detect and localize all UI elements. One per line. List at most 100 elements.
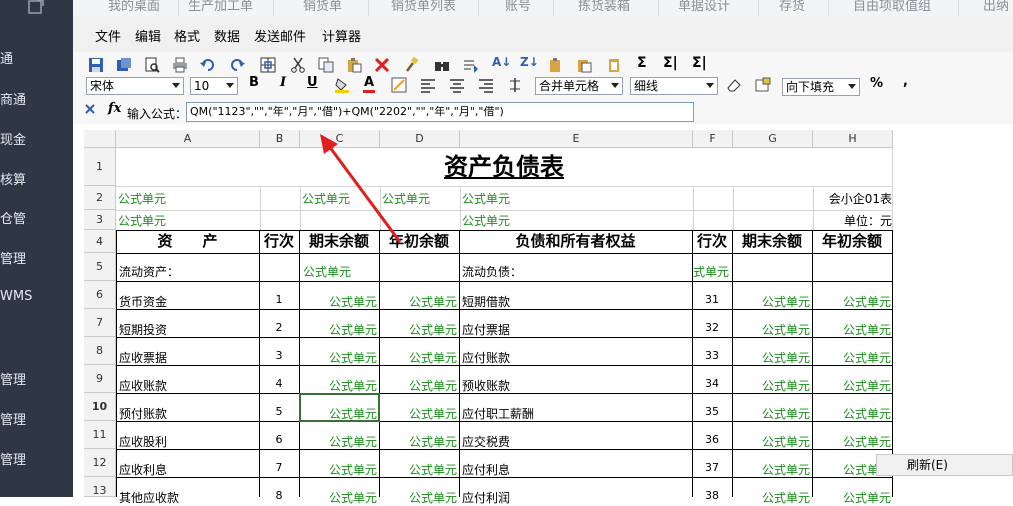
row-header[interactable]: 12 (84, 449, 116, 477)
formula-cell[interactable]: 公式单元 (812, 489, 891, 506)
formula-cell[interactable]: 公式单元 (732, 321, 810, 338)
tab[interactable]: 存货 (779, 0, 805, 14)
header-assets[interactable]: 资 产 (116, 230, 259, 253)
liability-item[interactable]: 应交税费 (462, 433, 510, 450)
sidebar-item[interactable]: 现金 (0, 129, 26, 148)
function-icon[interactable]: fx (108, 101, 121, 116)
formula-cell[interactable]: 公式单元 (379, 293, 457, 310)
tab[interactable]: 销货单 (303, 0, 342, 14)
undo-icon[interactable] (200, 57, 216, 73)
print-preview-icon[interactable] (144, 57, 160, 73)
sheet-title[interactable]: 资产负债表 (116, 148, 892, 186)
row-header[interactable]: 2 (84, 186, 116, 210)
formula-cell[interactable]: 公式单元 (732, 377, 810, 394)
column-header[interactable]: G (733, 130, 813, 148)
formula-cell[interactable]: 公式单元 (379, 377, 457, 394)
formula-cell[interactable]: 公式单元 (379, 405, 457, 422)
comma-button[interactable]: , (903, 74, 908, 89)
tab[interactable]: 单据设计 (678, 0, 730, 14)
asset-item[interactable]: 应收票据 (119, 349, 167, 366)
asset-line-no[interactable]: 4 (259, 377, 299, 390)
eraser-icon[interactable] (726, 77, 742, 93)
sidebar-item[interactable]: 仓管 (0, 208, 26, 227)
cut-icon[interactable] (290, 57, 306, 73)
row-header[interactable]: 11 (84, 421, 116, 449)
sidebar-item[interactable]: 通 (0, 48, 13, 67)
row-header[interactable]: 1 (84, 148, 116, 186)
selected-cell[interactable] (299, 393, 380, 422)
cancel-icon[interactable] (85, 104, 95, 114)
formula-cell[interactable]: 公式单元 (812, 405, 891, 422)
form-code[interactable]: 会小企01表 (813, 190, 892, 207)
asset-item[interactable]: 货币资金 (119, 293, 167, 310)
menu-data[interactable]: 数据 (214, 26, 240, 45)
formula-cell[interactable]: 公式单元 (812, 321, 891, 338)
liability-line-no[interactable]: 34 (692, 377, 732, 390)
sum-column-icon[interactable]: Σ| (692, 55, 708, 71)
formula-cell[interactable]: 公式单元 (299, 321, 377, 338)
formula-cell[interactable]: 公式单元 (379, 489, 457, 506)
align-right-icon[interactable] (478, 77, 494, 93)
formula-cell[interactable]: 公式单元 (732, 405, 810, 422)
row-header[interactable]: 13 (84, 477, 116, 497)
section-current-assets[interactable]: 流动资产： (119, 263, 179, 280)
cell-style-icon[interactable] (391, 77, 407, 93)
sum-row-icon[interactable]: Σ| (663, 55, 679, 71)
paste-values-icon[interactable] (576, 57, 592, 73)
formula-cell[interactable]: 公式单元 (303, 263, 351, 280)
formula-cell[interactable]: 公式单元 (118, 190, 166, 207)
sidebar-item[interactable]: 管理 (0, 369, 26, 388)
asset-line-no[interactable]: 3 (259, 349, 299, 362)
header-end-balance-right[interactable]: 期末余额 (732, 230, 812, 253)
liability-item[interactable]: 应付利息 (462, 461, 510, 478)
sidebar-item[interactable]: WMS (0, 289, 32, 304)
paste-icon[interactable] (346, 57, 362, 73)
fill-color-icon[interactable] (334, 77, 350, 93)
liability-item[interactable]: 预收账款 (462, 377, 510, 394)
formula-cell[interactable]: 公式单元 (299, 293, 377, 310)
font-name-select[interactable]: 宋体 (86, 77, 184, 95)
row-header[interactable]: 9 (84, 365, 116, 393)
sidebar-item[interactable]: 核算 (0, 169, 26, 188)
sidebar-item[interactable]: 管理 (0, 449, 26, 468)
row-header[interactable]: 10 (84, 393, 116, 421)
fill-down-icon[interactable] (462, 57, 478, 73)
row-header[interactable]: 4 (84, 230, 116, 253)
merge-cells-select[interactable]: 合并单元格 (535, 77, 623, 95)
formula-cell[interactable]: 公式单元 (812, 377, 891, 394)
section-current-liabilities[interactable]: 流动负债： (462, 263, 522, 280)
sidebar-item[interactable]: 商通 (0, 89, 26, 108)
liability-item[interactable]: 应付票据 (462, 321, 510, 338)
liability-line-no[interactable]: 37 (692, 461, 732, 474)
formula-cell[interactable]: 公式单元 (299, 461, 377, 478)
formula-cell[interactable]: 公式单元 (732, 433, 810, 450)
formula-cell[interactable]: 公式单元 (299, 489, 377, 506)
tab[interactable]: 生产加工单 (188, 0, 253, 14)
header-line-no[interactable]: 行次 (259, 230, 299, 253)
delete-icon[interactable] (374, 57, 390, 73)
asset-item[interactable]: 应收账款 (119, 377, 167, 394)
formula-cell[interactable]: 公式单元 (118, 212, 166, 229)
grid-select-icon[interactable] (260, 57, 276, 73)
asset-line-no[interactable]: 5 (259, 405, 299, 418)
menu-send-email[interactable]: 发送邮件 (254, 26, 306, 45)
header-liabilities-equity[interactable]: 负债和所有者权益 (459, 230, 692, 253)
asset-line-no[interactable]: 6 (259, 433, 299, 446)
find-icon[interactable] (434, 57, 450, 73)
copy-icon[interactable] (318, 57, 334, 73)
liability-line-no[interactable]: 32 (692, 321, 732, 334)
formula-cell[interactable]: 公式单元 (732, 293, 810, 310)
unit-label[interactable]: 单位：元 (813, 212, 892, 229)
asset-item[interactable]: 应收股利 (119, 433, 167, 450)
sort-ascending-icon[interactable]: A↓ (492, 55, 511, 71)
tab[interactable]: 出纳 (983, 0, 1009, 14)
asset-item[interactable]: 短期投资 (119, 321, 167, 338)
liability-item[interactable]: 应付利润 (462, 489, 510, 506)
column-header[interactable]: E (460, 130, 693, 148)
formula-cell[interactable]: 公式单元 (379, 321, 457, 338)
formula-cell[interactable]: 公式单元 (812, 433, 891, 450)
row-header[interactable]: 3 (84, 210, 116, 230)
format-painter-icon[interactable] (404, 57, 420, 73)
select-all-corner[interactable] (84, 130, 116, 148)
font-size-select[interactable]: 10 (190, 77, 238, 95)
